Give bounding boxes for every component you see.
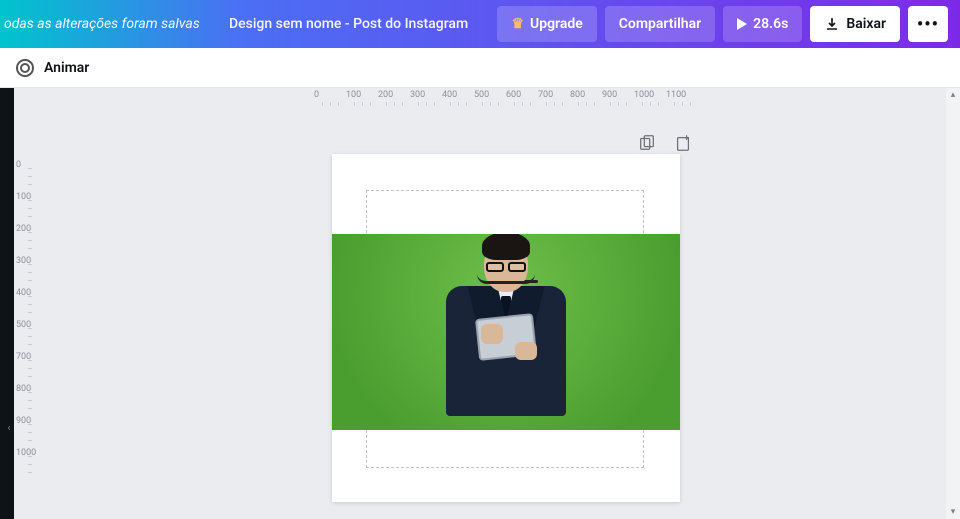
upgrade-button[interactable]: ♛ Upgrade: [497, 6, 596, 42]
ruler-tick: 300: [410, 90, 425, 100]
download-button[interactable]: Baixar: [810, 6, 900, 42]
animate-button[interactable]: Animar: [44, 60, 89, 76]
video-element[interactable]: [332, 234, 680, 430]
ruler-tick: 0: [16, 160, 21, 170]
ruler-tick: 100: [346, 90, 361, 100]
scroll-down-arrow-icon[interactable]: ▾: [946, 505, 960, 519]
side-panel-collapsed[interactable]: ‹: [0, 88, 14, 519]
duration-label: 28.6s: [753, 16, 788, 32]
ruler-tick: 1100: [666, 90, 686, 100]
chevron-left-icon: ‹: [7, 423, 10, 434]
ruler-tick: 800: [570, 90, 585, 100]
add-page-icon[interactable]: [674, 134, 692, 152]
context-toolbar: Animar: [0, 48, 960, 88]
ruler-tick: 900: [602, 90, 617, 100]
share-button[interactable]: Compartilhar: [605, 6, 715, 42]
save-status-text: odas as alterações foram salvas: [0, 16, 200, 32]
download-icon: [824, 16, 840, 32]
duplicate-page-icon[interactable]: [638, 134, 656, 152]
document-title[interactable]: Design sem nome - Post do Instagram: [208, 16, 490, 32]
animate-icon: [16, 59, 34, 77]
ruler-tick: 0: [314, 90, 319, 100]
ruler-tick: 400: [442, 90, 457, 100]
play-icon: [737, 18, 747, 30]
ruler-tick: 200: [378, 90, 393, 100]
vertical-scrollbar[interactable]: ▴ ▾: [946, 88, 960, 519]
ruler-tick: 500: [474, 90, 489, 100]
scroll-up-arrow-icon[interactable]: ▴: [946, 88, 960, 102]
page-actions: [638, 134, 692, 152]
ruler-tick: 600: [506, 90, 521, 100]
workspace: ‹ 01002003004005007008009001000: [0, 88, 960, 519]
crown-icon: ♛: [511, 16, 524, 32]
download-label: Baixar: [846, 16, 886, 32]
play-duration-button[interactable]: 28.6s: [723, 6, 802, 42]
presenter-figure: [441, 238, 571, 430]
design-page[interactable]: [332, 154, 680, 502]
horizontal-ruler: 0 100 200 300 400 500 600 700 800 900 1000 1100: [34, 88, 946, 108]
vertical-ruler: 01002003004005007008009001000: [14, 88, 34, 519]
more-button[interactable]: •••: [908, 6, 948, 42]
share-label: Compartilhar: [619, 16, 701, 32]
canvas-area[interactable]: [34, 88, 960, 519]
ruler-tick: 1000: [634, 90, 654, 100]
ellipsis-icon: •••: [917, 14, 939, 35]
app-header: odas as alterações foram salvas Design s…: [0, 0, 960, 48]
ruler-tick: 700: [538, 90, 553, 100]
upgrade-label: Upgrade: [530, 16, 583, 32]
